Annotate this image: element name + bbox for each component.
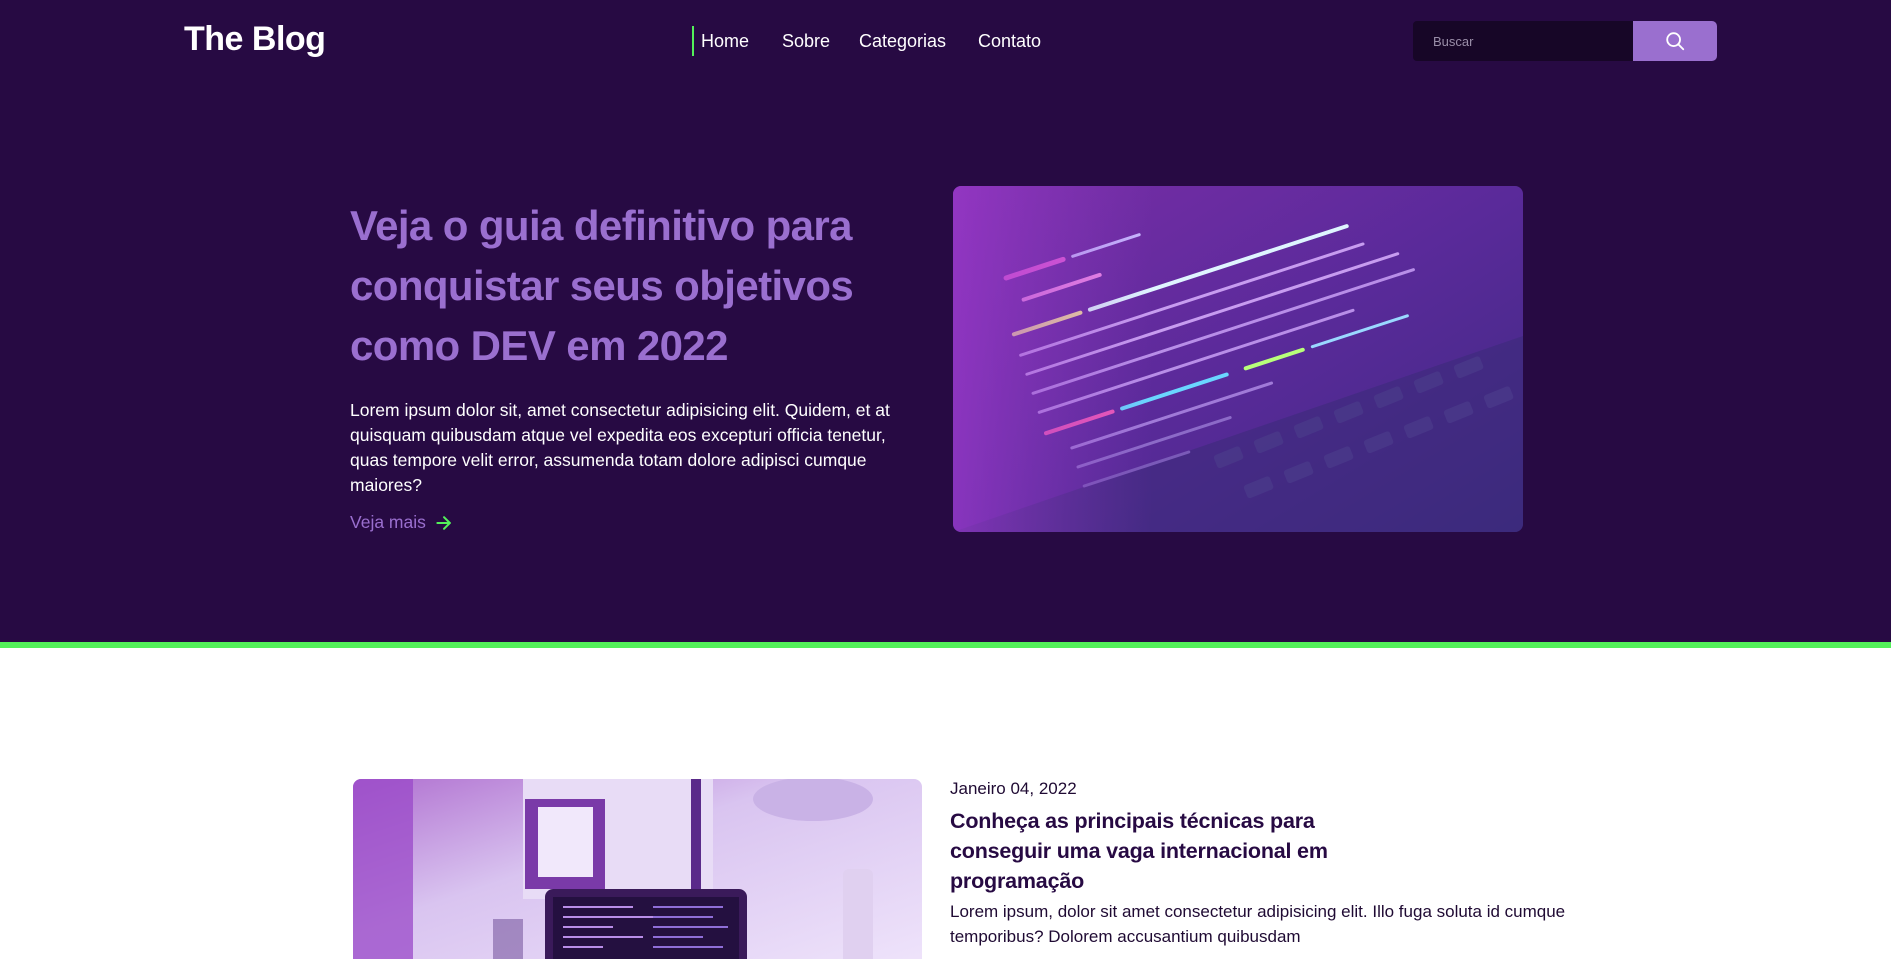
- search-bar: [1413, 21, 1717, 61]
- search-icon: [1666, 32, 1685, 51]
- site-logo[interactable]: The Blog: [184, 20, 326, 59]
- read-more-label: Veja mais: [350, 512, 426, 532]
- post-date: Janeiro 04, 2022: [950, 779, 1077, 798]
- hero-image: [953, 186, 1523, 532]
- read-more-link[interactable]: Veja mais: [350, 512, 454, 533]
- hero-description: Lorem ipsum dolor sit, amet consectetur …: [350, 400, 890, 495]
- green-divider: [0, 642, 1891, 648]
- post-text: Janeiro 04, 2022 Conheça as principais t…: [950, 778, 1570, 949]
- post-title[interactable]: Conheça as principais técnicas para cons…: [950, 806, 1350, 896]
- search-button[interactable]: [1633, 21, 1717, 61]
- post-image[interactable]: [353, 779, 922, 959]
- post-excerpt: Lorem ipsum, dolor sit amet consectetur …: [950, 902, 1566, 946]
- nav-sobre[interactable]: Sobre: [782, 26, 830, 56]
- hero-content: Veja o guia definitivo para conquistar s…: [350, 196, 905, 533]
- hero-section: The Blog Home Sobre Categorias Contato V…: [0, 0, 1891, 642]
- nav-contato[interactable]: Contato: [978, 26, 1041, 56]
- nav-categorias[interactable]: Categorias: [859, 26, 946, 56]
- nav-home[interactable]: Home: [692, 26, 749, 56]
- arrow-right-icon: [436, 515, 451, 530]
- hero-title: Veja o guia definitivo para conquistar s…: [350, 202, 854, 369]
- search-input[interactable]: [1413, 21, 1633, 61]
